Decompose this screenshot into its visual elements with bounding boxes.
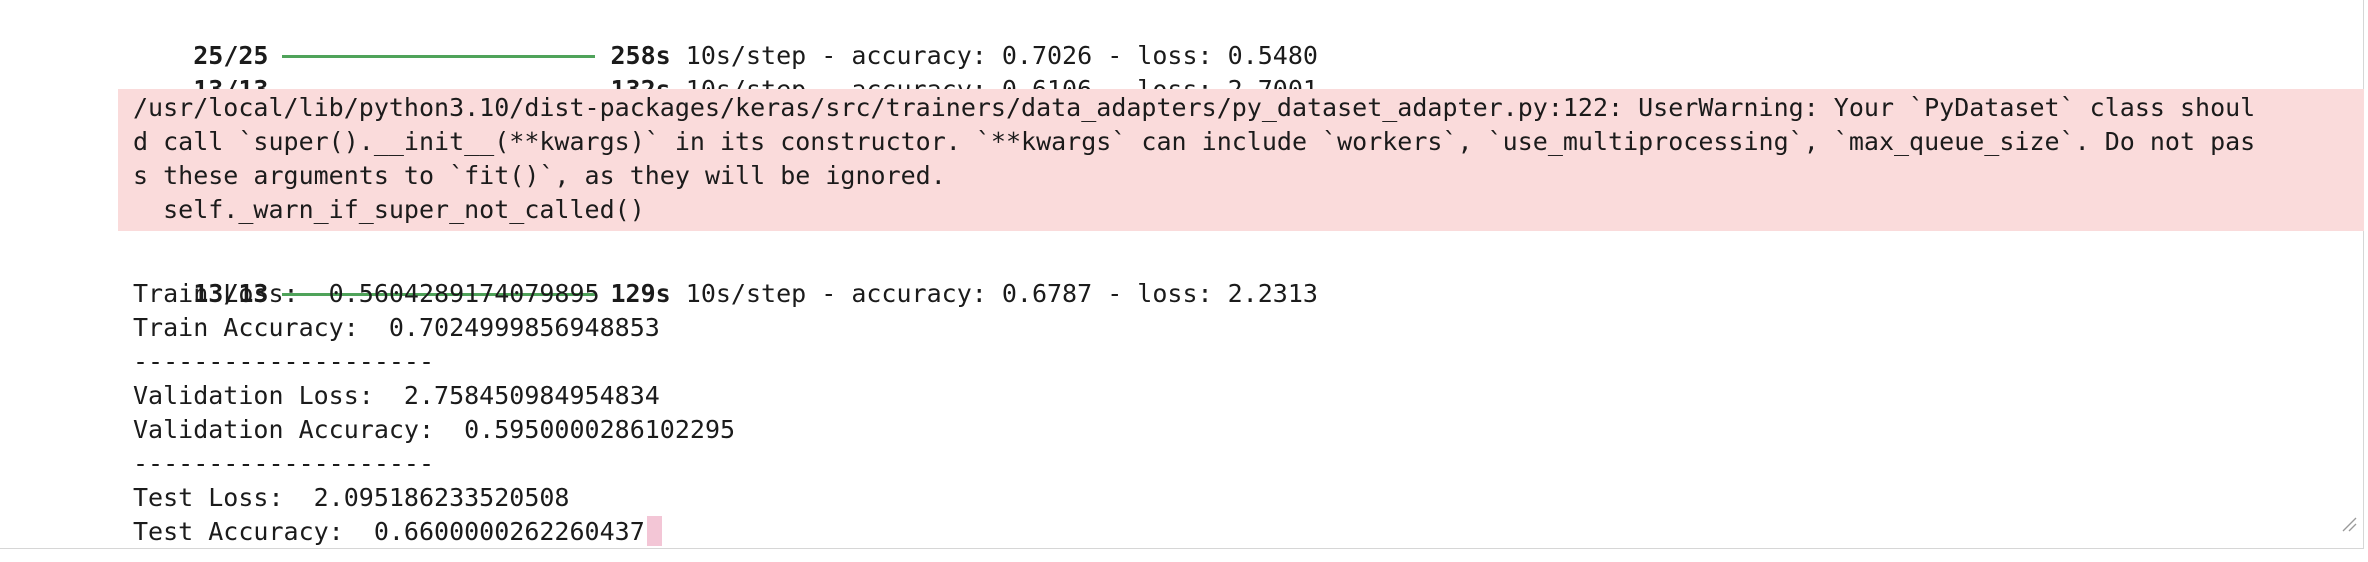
progress-line-validation: 13/13132s 10s/step - accuracy: 0.6106 - … xyxy=(133,39,1318,104)
progress-line-train: 25/25 258s 10s/step - accuracy: 0.7026 - … xyxy=(133,5,1318,70)
test-accuracy-text: Test Accuracy: 0.6600000262260437 xyxy=(133,517,645,546)
train-accuracy-line: Train Accuracy: 0.7024999856948853 xyxy=(133,313,660,342)
separator-line: -------------------- xyxy=(133,347,435,376)
warning-line: self._warn_if_super_not_called() xyxy=(133,195,645,224)
separator-line: -------------------- xyxy=(133,449,435,478)
elapsed-time: 129s xyxy=(610,279,671,308)
notebook-output-area: 25/25 258s 10s/step - accuracy: 0.7026 - … xyxy=(0,0,2364,549)
stderr-warning-block: /usr/local/lib/python3.10/dist-packages/… xyxy=(118,89,2364,231)
test-loss-line: Test Loss: 2.095186233520508 xyxy=(133,483,570,512)
resize-grip-icon[interactable] xyxy=(2341,516,2357,532)
validation-accuracy-line: Validation Accuracy: 0.5950000286102295 xyxy=(133,415,736,444)
warning-line: d call `super().__init__(**kwargs)` in i… xyxy=(133,127,2256,156)
text-cursor xyxy=(646,516,662,546)
validation-loss-line: Validation Loss: 2.758450984954834 xyxy=(133,381,660,410)
train-loss-line: Train Loss: 0.5604289174079895 xyxy=(133,279,600,308)
warning-line: s these arguments to `fit()`, as they wi… xyxy=(133,161,946,190)
step-metrics: 10s/step - accuracy: 0.6787 - loss: 2.23… xyxy=(685,279,1318,308)
test-accuracy-line: Test Accuracy: 0.6600000262260437 xyxy=(133,515,662,549)
progress-line-test: 13/13 129s 10s/step - accuracy: 0.6787 - … xyxy=(133,243,1318,308)
warning-line: /usr/local/lib/python3.10/dist-packages/… xyxy=(133,93,2256,122)
